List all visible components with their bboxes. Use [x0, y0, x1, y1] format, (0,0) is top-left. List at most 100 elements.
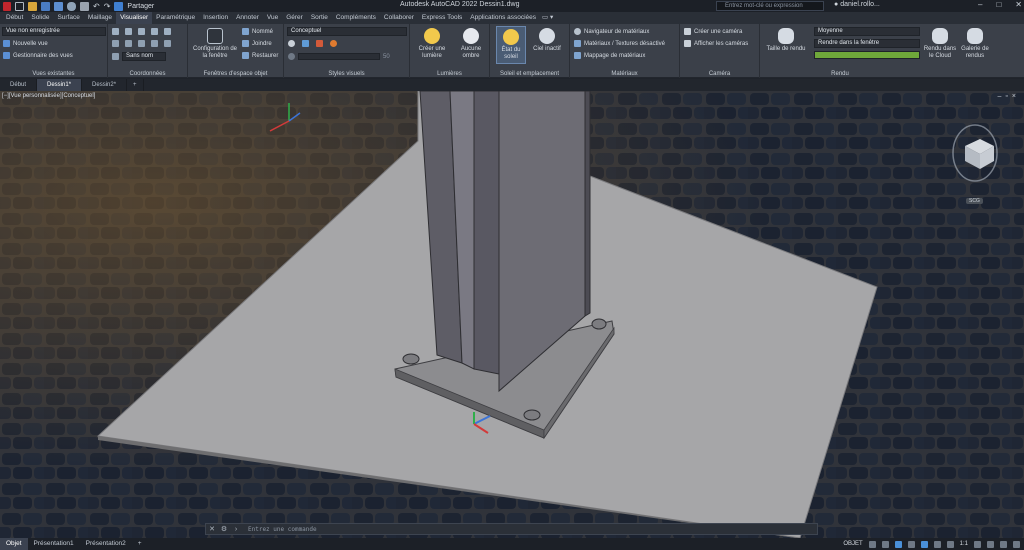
- fullscreen-icon[interactable]: [1000, 540, 1007, 548]
- color-icon[interactable]: [330, 40, 337, 47]
- new-view-button[interactable]: Nouvelle vue: [3, 40, 48, 47]
- tab-solide[interactable]: Solide: [27, 12, 53, 24]
- layout-tab-presentation2[interactable]: Présentation2: [80, 538, 132, 550]
- opacity-slider[interactable]: [298, 53, 380, 60]
- save-icon[interactable]: [41, 1, 50, 11]
- no-shadow-button[interactable]: Aucune ombre: [454, 28, 488, 60]
- osnap-icon[interactable]: [920, 540, 928, 548]
- materials-textures-button[interactable]: Matériaux / Textures désactivé: [574, 40, 665, 47]
- ucs-origin-icon[interactable]: [138, 28, 145, 35]
- layout-tab-presentation1[interactable]: Présentation1: [28, 538, 80, 550]
- customize-icon[interactable]: [1013, 540, 1020, 548]
- tab-visualiser[interactable]: Visualiser: [116, 12, 153, 24]
- named-viewports-button[interactable]: Nommé: [242, 28, 273, 35]
- drawing-viewport[interactable]: [−][Vue personnalisée][Conceptuel] –▫× S…: [0, 91, 1024, 538]
- ucs-world-icon[interactable]: [125, 28, 132, 35]
- tab-sortie[interactable]: Sortie: [307, 12, 332, 24]
- open-file-icon[interactable]: [28, 1, 37, 11]
- minimize-button[interactable]: –: [978, 0, 982, 9]
- create-camera-button[interactable]: Créer une caméra: [684, 28, 742, 35]
- opacity-value[interactable]: 50: [383, 54, 390, 60]
- ribbon-toggle-icon[interactable]: ▭ ▾: [540, 12, 555, 24]
- show-cameras-button[interactable]: Afficher les caméras: [684, 40, 748, 47]
- opacity-toggle-icon[interactable]: [288, 53, 295, 60]
- tab-vue[interactable]: Vue: [263, 12, 282, 24]
- tab-complements[interactable]: Compléments: [332, 12, 380, 24]
- tab-insertion[interactable]: Insertion: [199, 12, 232, 24]
- tab-applications[interactable]: Applications associées: [466, 12, 540, 24]
- shadow-icon[interactable]: [316, 40, 323, 47]
- redo-icon[interactable]: ↷: [104, 2, 111, 11]
- command-tool-icon[interactable]: ⚙: [218, 525, 230, 533]
- tab-express-tools[interactable]: Express Tools: [418, 12, 466, 24]
- autocad-logo-icon[interactable]: [3, 1, 11, 11]
- ucs-manager-icon[interactable]: [112, 53, 119, 60]
- polar-icon[interactable]: [907, 540, 915, 548]
- command-line[interactable]: ✕ ⚙ › Entrez une commande: [205, 523, 818, 535]
- visual-style-dropdown[interactable]: Conceptuel: [287, 27, 407, 36]
- doc-tab-dessin1[interactable]: Dessin1*: [37, 79, 83, 91]
- sky-off-button[interactable]: Ciel inactif: [530, 28, 564, 53]
- snap-icon[interactable]: [881, 540, 889, 548]
- render-target-dropdown[interactable]: Rendre dans la fenêtre: [814, 39, 920, 48]
- doc-tab-dessin2[interactable]: Dessin2*: [82, 79, 128, 91]
- ucs-view-icon[interactable]: [151, 28, 158, 35]
- tab-annoter[interactable]: Annoter: [232, 12, 263, 24]
- isolate-icon[interactable]: [987, 540, 994, 548]
- doc-tab-debut[interactable]: Début: [0, 79, 38, 91]
- maximize-button[interactable]: □: [996, 0, 1001, 9]
- ucs-named-dropdown[interactable]: Sans nom: [122, 52, 166, 61]
- restore-viewports-button[interactable]: Restaurer: [242, 52, 278, 59]
- sun-status-button[interactable]: État du soleil: [496, 26, 526, 64]
- tab-maillage[interactable]: Maillage: [84, 12, 116, 24]
- ucs-x-icon[interactable]: [164, 28, 171, 35]
- tab-debut[interactable]: Début: [2, 12, 27, 24]
- viewport-window-controls[interactable]: –▫×: [998, 93, 1020, 100]
- viewport-config-button[interactable]: Configuration de la fenêtre: [190, 28, 240, 60]
- grid-icon[interactable]: [868, 540, 876, 548]
- add-layout-icon[interactable]: +: [132, 538, 148, 550]
- ucs-tools[interactable]: [112, 28, 171, 35]
- print-icon[interactable]: [80, 1, 89, 11]
- workspace-icon[interactable]: [974, 540, 981, 548]
- tab-gerer[interactable]: Gérer: [282, 12, 307, 24]
- new-file-icon[interactable]: [15, 1, 24, 11]
- lineweight-icon[interactable]: [933, 540, 941, 548]
- viewcube-wcs-label[interactable]: SCG: [966, 198, 983, 204]
- annotation-icon[interactable]: [946, 540, 954, 548]
- cloud-icon[interactable]: [67, 1, 76, 11]
- save-as-icon[interactable]: [54, 1, 63, 11]
- cloud-render-button[interactable]: Rendu dans le Cloud: [922, 28, 958, 60]
- render-gallery-button[interactable]: Galerie de rendus: [958, 28, 992, 60]
- render-quality-dropdown[interactable]: Moyenne: [814, 27, 920, 36]
- ucs-face-icon[interactable]: [138, 40, 145, 47]
- scale-value[interactable]: 1:1: [960, 541, 968, 547]
- create-light-button[interactable]: Créer une lumière: [414, 28, 450, 60]
- layout-tab-objet[interactable]: Objet: [0, 538, 28, 550]
- close-command-icon[interactable]: ✕: [206, 525, 218, 533]
- user-account[interactable]: ● daniel.rollo...: [834, 1, 880, 8]
- edge-icon[interactable]: [288, 40, 295, 47]
- command-input[interactable]: Entrez une commande: [242, 526, 317, 533]
- material-mapping-button[interactable]: Mappage de matériaux: [574, 52, 645, 59]
- view-manager-button[interactable]: Gestionnaire des vues: [3, 52, 73, 59]
- share-icon[interactable]: [114, 1, 124, 11]
- xray-icon[interactable]: [302, 40, 309, 47]
- tab-surface[interactable]: Surface: [53, 12, 83, 24]
- new-tab-icon[interactable]: +: [127, 79, 144, 91]
- tab-parametrique[interactable]: Paramétrique: [152, 12, 199, 24]
- ortho-icon[interactable]: [894, 540, 902, 548]
- view-dropdown[interactable]: Vue non enregistrée: [2, 27, 106, 36]
- ucs-icon[interactable]: [112, 28, 119, 35]
- space-indicator[interactable]: OBJET: [843, 541, 862, 547]
- render-size-button[interactable]: Taille de rendu: [762, 28, 810, 53]
- viewport-controls-label[interactable]: [−][Vue personnalisée][Conceptuel]: [2, 93, 95, 99]
- materials-browser-button[interactable]: Navigateur de matériaux: [574, 28, 649, 35]
- ucs-z-icon[interactable]: [164, 40, 171, 47]
- ucs-y-icon[interactable]: [151, 40, 158, 47]
- search-input[interactable]: Entrez mot-clé ou expression: [716, 1, 824, 11]
- share-label[interactable]: Partager: [127, 3, 154, 10]
- tab-collaborer[interactable]: Collaborer: [380, 12, 418, 24]
- close-button[interactable]: ✕: [1015, 0, 1022, 9]
- ucs-tools-2[interactable]: [112, 40, 171, 47]
